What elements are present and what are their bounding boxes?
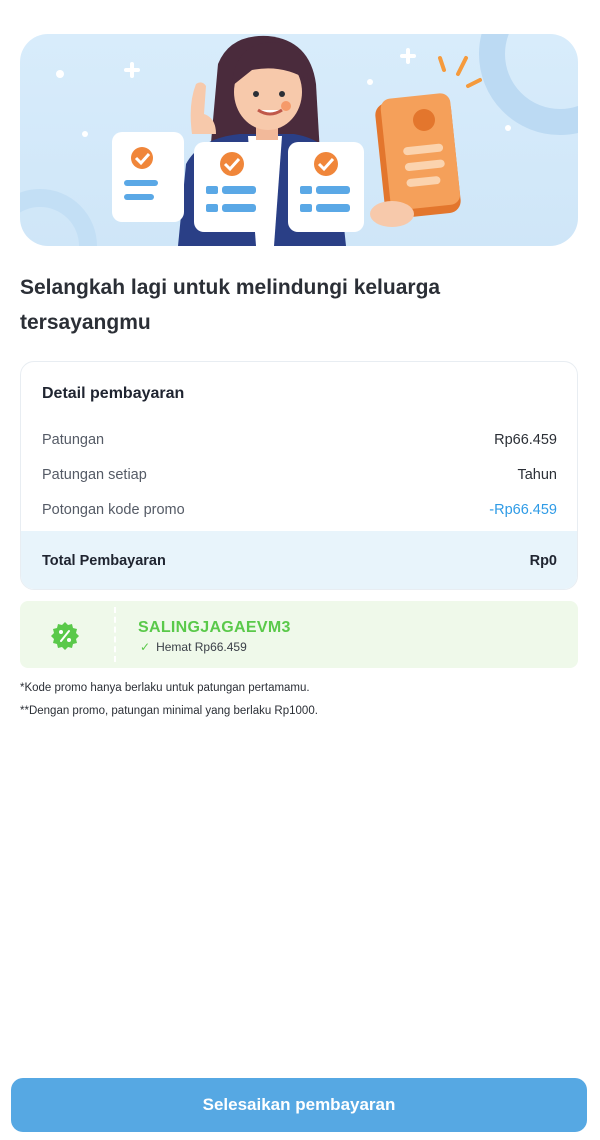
- percent-badge-icon: [50, 621, 80, 651]
- coupon-divider: [114, 607, 116, 662]
- check-icon: ✓: [140, 640, 151, 654]
- payment-page: Selangkah lagi untuk melindungi keluarga…: [0, 0, 600, 1140]
- row-label: Patungan setiap: [42, 467, 147, 483]
- row-label: Patungan: [42, 432, 105, 448]
- payment-row-promo-discount: Potongan kode promo -Rp66.459: [42, 499, 557, 521]
- promo-savings-text: Hemat Rp66.459: [156, 640, 247, 654]
- hero-banner: [20, 34, 578, 246]
- promo-savings: ✓ Hemat Rp66.459: [140, 640, 247, 654]
- payment-row-patungan: Patungan Rp66.459: [42, 429, 557, 451]
- complete-payment-button[interactable]: Selesaikan pembayaran: [11, 1078, 587, 1132]
- promo-code: SALINGJAGAEVM3: [138, 619, 291, 636]
- total-value: Rp0: [529, 553, 557, 569]
- total-payment-row: Total Pembayaran Rp0: [21, 531, 577, 589]
- payment-row-frequency: Patungan setiap Tahun: [42, 464, 557, 486]
- promo-note-minimum: **Dengan promo, patungan minimal yang be…: [20, 705, 318, 717]
- promo-coupon: SALINGJAGAEVM3 ✓ Hemat Rp66.459: [20, 601, 578, 668]
- row-value: Tahun: [517, 467, 557, 483]
- payment-detail-title: Detail pembayaran: [42, 385, 185, 402]
- promo-note-first: *Kode promo hanya berlaku untuk patungan…: [20, 682, 310, 694]
- row-value: -Rp66.459: [489, 502, 557, 518]
- page-title: Selangkah lagi untuk melindungi keluarga…: [20, 276, 441, 334]
- payment-detail-card: Detail pembayaran Patungan Rp66.459 Patu…: [20, 361, 578, 590]
- total-label: Total Pembayaran: [42, 553, 166, 569]
- hero-illustration: [20, 34, 578, 246]
- row-label: Potongan kode promo: [42, 502, 185, 518]
- row-value: Rp66.459: [494, 432, 557, 448]
